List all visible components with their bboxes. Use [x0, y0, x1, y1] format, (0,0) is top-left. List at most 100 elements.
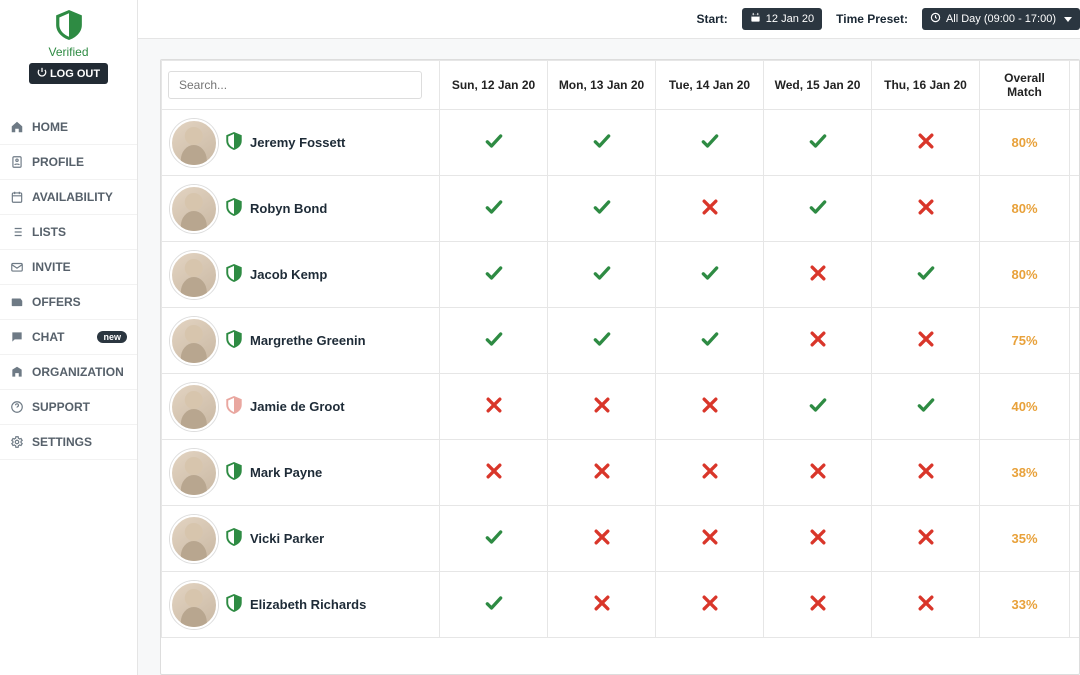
match-value: 80% — [1011, 135, 1037, 150]
sidebar-item-organization[interactable]: ORGANIZATION — [0, 355, 137, 390]
col-header-action — [1070, 61, 1080, 110]
check-icon — [484, 535, 504, 550]
person-name: Jamie de Groot — [250, 399, 345, 414]
col-header[interactable]: Tue, 14 Jan 20 — [656, 61, 764, 110]
person-cell[interactable]: Jeremy Fossett — [162, 110, 440, 176]
action-cell[interactable] — [1070, 440, 1080, 506]
match-cell: 80% — [980, 176, 1070, 242]
check-icon — [484, 601, 504, 616]
person-cell[interactable]: Mark Payne — [162, 440, 440, 506]
sidebar-item-label: CHAT — [32, 330, 64, 344]
action-cell[interactable] — [1070, 572, 1080, 638]
search-header — [162, 61, 440, 110]
action-cell[interactable] — [1070, 374, 1080, 440]
match-value: 80% — [1011, 267, 1037, 282]
person-cell[interactable]: Robyn Bond — [162, 176, 440, 242]
check-icon — [700, 337, 720, 352]
availability-cell — [872, 506, 980, 572]
invite-icon — [10, 260, 24, 274]
check-icon — [592, 139, 612, 154]
search-input[interactable] — [168, 71, 422, 99]
cross-icon — [916, 205, 936, 220]
action-cell[interactable] — [1070, 110, 1080, 176]
shield-icon — [226, 594, 242, 615]
availability-cell — [548, 440, 656, 506]
match-value: 75% — [1011, 333, 1037, 348]
time-preset-value: All Day (09:00 - 17:00) — [946, 13, 1056, 25]
availability-cell — [872, 374, 980, 440]
availability-cell — [656, 176, 764, 242]
availability-cell — [764, 242, 872, 308]
cross-icon — [484, 469, 504, 484]
availability-cell — [872, 572, 980, 638]
availability-cell — [548, 110, 656, 176]
action-cell[interactable] — [1070, 308, 1080, 374]
sidebar-item-label: HOME — [32, 120, 68, 134]
sidebar-item-availability[interactable]: AVAILABILITY — [0, 180, 137, 215]
col-header[interactable]: Thu, 16 Jan 20 — [872, 61, 980, 110]
availability-cell — [440, 110, 548, 176]
availability-cell — [656, 242, 764, 308]
logout-button[interactable]: LOG OUT — [29, 63, 108, 84]
cross-icon — [916, 337, 936, 352]
availability-cell — [872, 308, 980, 374]
match-cell: 38% — [980, 440, 1070, 506]
support-icon — [10, 400, 24, 414]
start-date-button[interactable]: 12 Jan 20 — [742, 8, 822, 30]
match-cell: 80% — [980, 242, 1070, 308]
person-cell[interactable]: Elizabeth Richards — [162, 572, 440, 638]
cross-icon — [700, 535, 720, 550]
clock-icon — [930, 12, 941, 26]
cross-icon — [916, 139, 936, 154]
availability-cell — [440, 374, 548, 440]
time-preset-button[interactable]: All Day (09:00 - 17:00) — [922, 8, 1080, 30]
person-cell[interactable]: Jamie de Groot — [162, 374, 440, 440]
cross-icon — [916, 535, 936, 550]
sidebar: Verified LOG OUT HOMEPROFILEAVAILABILITY… — [0, 0, 138, 675]
col-header[interactable]: Wed, 15 Jan 20 — [764, 61, 872, 110]
check-icon — [484, 337, 504, 352]
shield-icon — [226, 264, 242, 285]
match-value: 35% — [1011, 531, 1037, 546]
availability-cell — [548, 242, 656, 308]
sidebar-item-offers[interactable]: OFFERS — [0, 285, 137, 320]
col-header[interactable]: Mon, 13 Jan 20 — [548, 61, 656, 110]
sidebar-item-label: SUPPORT — [32, 400, 90, 414]
cross-icon — [700, 469, 720, 484]
action-cell[interactable] — [1070, 242, 1080, 308]
availability-table-wrap: Sun, 12 Jan 20 Mon, 13 Jan 20 Tue, 14 Ja… — [160, 59, 1080, 675]
action-cell[interactable] — [1070, 176, 1080, 242]
sidebar-item-invite[interactable]: INVITE — [0, 250, 137, 285]
profile-icon — [10, 155, 24, 169]
sidebar-item-chat[interactable]: CHATnew — [0, 320, 137, 355]
sidebar-item-home[interactable]: HOME — [0, 110, 137, 145]
sidebar-item-settings[interactable]: SETTINGS — [0, 425, 137, 460]
availability-cell — [872, 176, 980, 242]
sidebar-item-label: INVITE — [32, 260, 71, 274]
cross-icon — [592, 535, 612, 550]
sidebar-item-lists[interactable]: LISTS — [0, 215, 137, 250]
availability-cell — [440, 506, 548, 572]
match-cell: 35% — [980, 506, 1070, 572]
availability-cell — [764, 176, 872, 242]
action-cell[interactable] — [1070, 506, 1080, 572]
person-cell[interactable]: Margrethe Greenin — [162, 308, 440, 374]
person-cell[interactable]: Jacob Kemp — [162, 242, 440, 308]
match-cell: 75% — [980, 308, 1070, 374]
availability-cell — [440, 440, 548, 506]
person-cell[interactable]: Vicki Parker — [162, 506, 440, 572]
avatar — [170, 449, 218, 497]
sidebar-item-support[interactable]: SUPPORT — [0, 390, 137, 425]
match-cell: 40% — [980, 374, 1070, 440]
sidebar-item-profile[interactable]: PROFILE — [0, 145, 137, 180]
availability-cell — [548, 506, 656, 572]
shield-icon — [56, 10, 82, 43]
home-icon — [10, 120, 24, 134]
avatar — [170, 383, 218, 431]
sidebar-item-label: AVAILABILITY — [32, 190, 113, 204]
start-date-value: 12 Jan 20 — [766, 13, 814, 25]
availability-cell — [440, 242, 548, 308]
col-header[interactable]: Sun, 12 Jan 20 — [440, 61, 548, 110]
chat-icon — [10, 330, 24, 344]
col-header-overall[interactable]: Overall Match — [980, 61, 1070, 110]
